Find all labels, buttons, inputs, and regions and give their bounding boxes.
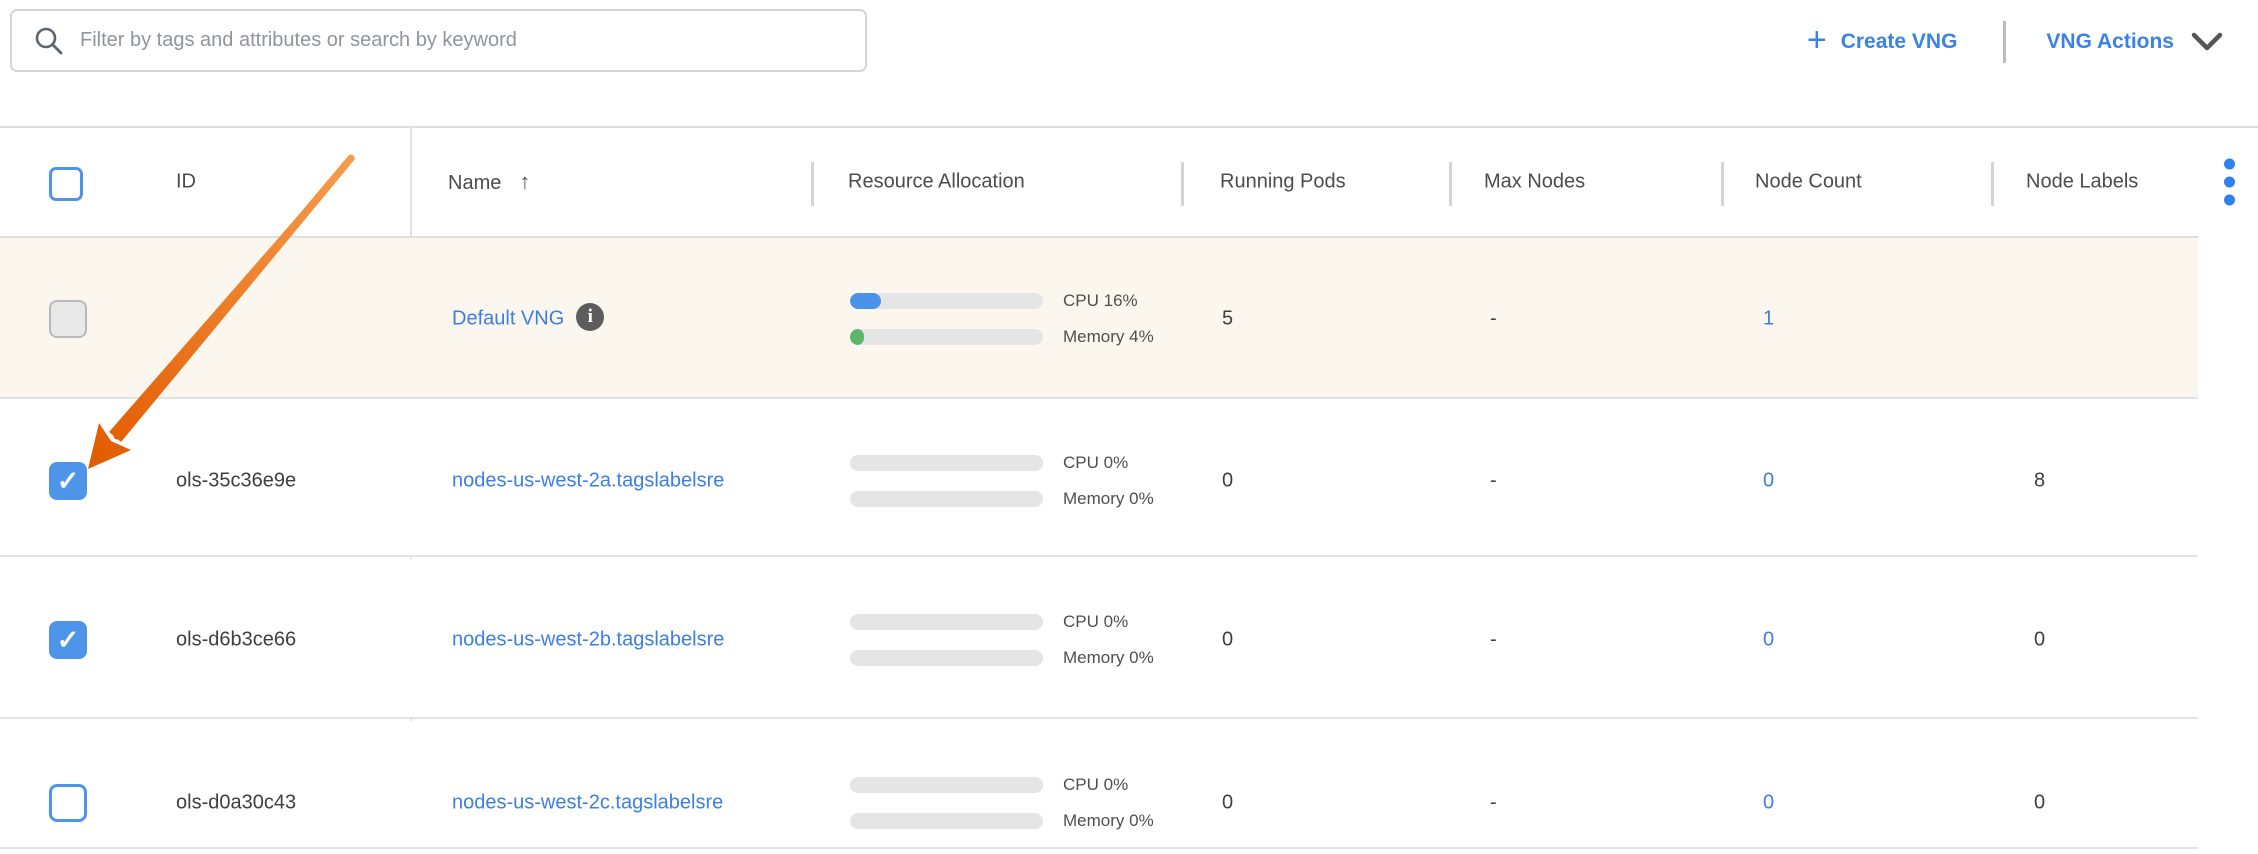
memory-bar <box>850 813 1043 829</box>
node-labels-value: 0 <box>2034 629 2045 652</box>
vng-name-link[interactable]: nodes-us-west-2a.tagslabelsre <box>452 470 724 493</box>
vng-id: ols-35c36e9e <box>176 470 296 493</box>
search-icon <box>34 26 64 56</box>
toolbar-divider <box>2003 21 2006 63</box>
table-row[interactable]: Default VNGi CPU 16% Memory 4% 5 - 1 <box>0 238 2198 399</box>
row-checkbox[interactable] <box>49 784 87 822</box>
table-row[interactable]: ols-d0a30c43 nodes-us-west-2c.tagslabels… <box>0 721 2198 849</box>
node-count-link[interactable]: 1 <box>1763 308 1774 331</box>
search-input[interactable] <box>78 28 865 53</box>
row-checkbox[interactable] <box>49 462 87 500</box>
cpu-bar <box>850 455 1043 471</box>
cpu-label: CPU 16% <box>1063 291 1138 311</box>
memory-bar <box>850 650 1043 666</box>
header-divider <box>1721 162 1724 206</box>
memory-label: Memory 4% <box>1063 327 1154 347</box>
row-checkbox[interactable] <box>49 621 87 659</box>
search-box[interactable] <box>10 9 867 72</box>
vng-actions-label: VNG Actions <box>2046 30 2174 54</box>
memory-label: Memory 0% <box>1063 489 1154 509</box>
chevron-down-icon <box>2190 31 2224 53</box>
cpu-bar <box>850 614 1043 630</box>
memory-bar <box>850 491 1043 507</box>
table-row[interactable]: ols-35c36e9e nodes-us-west-2a.tagslabels… <box>0 399 2198 557</box>
table-row[interactable]: ols-d6b3ce66 nodes-us-west-2b.tagslabels… <box>0 559 2198 719</box>
running-pods-value: 0 <box>1222 792 1233 815</box>
vng-list-page: + Create VNG VNG Actions ID Name↑ Resour… <box>0 0 2258 854</box>
node-count-link[interactable]: 0 <box>1763 792 1774 815</box>
vng-actions-dropdown[interactable]: VNG Actions <box>2040 29 2230 55</box>
node-labels-value: 0 <box>2034 792 2045 815</box>
memory-bar <box>850 329 1043 345</box>
info-icon[interactable]: i <box>576 303 604 331</box>
sort-asc-icon[interactable]: ↑ <box>519 169 530 194</box>
create-vng-button[interactable]: + Create VNG <box>1801 24 1964 60</box>
column-header-id[interactable]: ID <box>176 171 196 194</box>
header-divider <box>1991 162 1994 206</box>
vng-name-link[interactable]: nodes-us-west-2c.tagslabelsre <box>452 792 723 815</box>
node-labels-value: 8 <box>2034 470 2045 493</box>
row-checkbox <box>49 300 87 338</box>
header-divider <box>1449 162 1452 206</box>
kebab-menu-icon[interactable] <box>2224 159 2235 206</box>
cpu-label: CPU 0% <box>1063 612 1128 632</box>
column-header-resource-allocation[interactable]: Resource Allocation <box>848 171 1025 194</box>
header-divider <box>811 162 814 206</box>
max-nodes-value: - <box>1490 792 1497 815</box>
node-count-link[interactable]: 0 <box>1763 629 1774 652</box>
vng-name-link[interactable]: Default VNGi <box>452 305 604 333</box>
vng-name-link[interactable]: nodes-us-west-2b.tagslabelsre <box>452 629 724 652</box>
max-nodes-value: - <box>1490 629 1497 652</box>
select-all-checkbox[interactable] <box>49 167 83 201</box>
cpu-label: CPU 0% <box>1063 453 1128 473</box>
column-header-name[interactable]: Name↑ <box>448 169 530 195</box>
create-vng-label: Create VNG <box>1841 30 1958 54</box>
vng-id: ols-d0a30c43 <box>176 792 296 815</box>
toolbar-actions: + Create VNG VNG Actions <box>1801 14 2230 70</box>
cpu-bar <box>850 777 1043 793</box>
column-header-node-count[interactable]: Node Count <box>1755 171 1862 194</box>
column-header-max-nodes[interactable]: Max Nodes <box>1484 171 1585 194</box>
running-pods-value: 5 <box>1222 308 1233 331</box>
running-pods-value: 0 <box>1222 470 1233 493</box>
memory-label: Memory 0% <box>1063 811 1154 831</box>
column-header-running-pods[interactable]: Running Pods <box>1220 171 1346 194</box>
node-count-link[interactable]: 0 <box>1763 470 1774 493</box>
cpu-bar <box>850 293 1043 309</box>
max-nodes-value: - <box>1490 470 1497 493</box>
column-header-node-labels[interactable]: Node Labels <box>2026 171 2138 194</box>
memory-label: Memory 0% <box>1063 648 1154 668</box>
plus-icon: + <box>1807 23 1827 57</box>
table-header-row: ID Name↑ Resource Allocation Running Pod… <box>0 128 2198 238</box>
vng-id: ols-d6b3ce66 <box>176 629 296 652</box>
header-divider <box>1181 162 1184 206</box>
max-nodes-value: - <box>1490 308 1497 331</box>
cpu-label: CPU 0% <box>1063 775 1128 795</box>
running-pods-value: 0 <box>1222 629 1233 652</box>
